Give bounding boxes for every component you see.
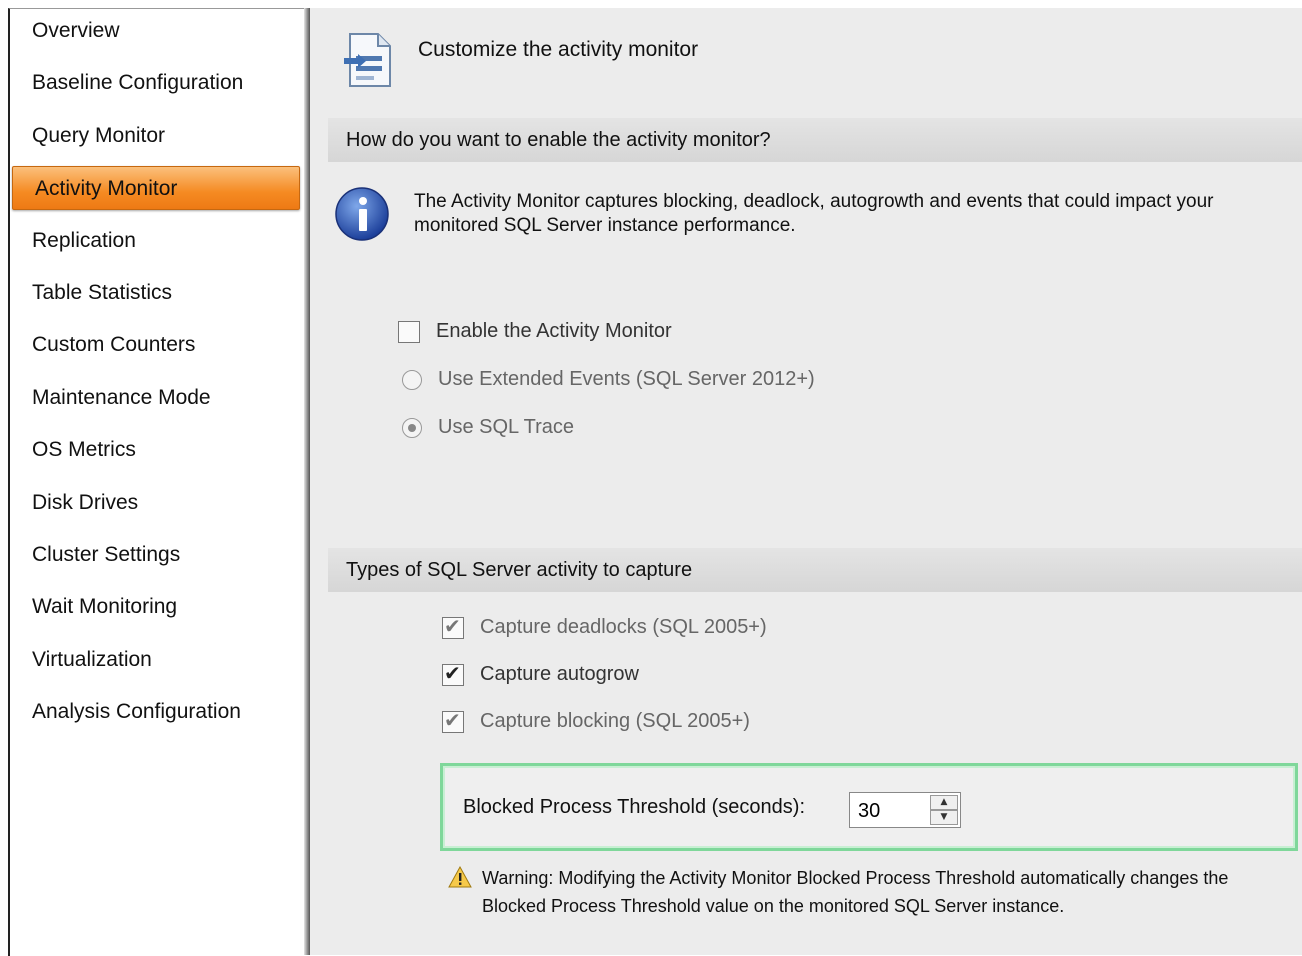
checkbox-capture-deadlocks-sql-2005[interactable]: Capture deadlocks (SQL 2005+) (442, 614, 767, 639)
option-label: Capture deadlocks (SQL 2005+) (480, 616, 767, 638)
threshold-stepper[interactable]: ▲ ▼ (849, 792, 961, 828)
info-icon (335, 187, 389, 241)
threshold-label: Blocked Process Threshold (seconds): (463, 796, 806, 818)
checkbox[interactable] (398, 320, 420, 343)
radio-button[interactable] (402, 369, 422, 390)
spin-up-button[interactable]: ▲ (930, 795, 958, 810)
checkbox-capture-blocking-sql-2005[interactable]: Capture blocking (SQL 2005+) (442, 708, 750, 733)
checkbox[interactable] (442, 661, 464, 686)
checkbox[interactable] (442, 614, 464, 639)
checkbox-capture-autogrow[interactable]: Capture autogrow (442, 661, 639, 686)
option-label: Use Extended Events (SQL Server 2012+) (438, 368, 815, 390)
spin-down-button[interactable]: ▼ (930, 810, 958, 825)
threshold-input[interactable] (852, 795, 936, 827)
sidebar-item-virtualization[interactable]: Virtualization (10, 638, 302, 682)
option-label: Capture blocking (SQL 2005+) (480, 710, 750, 732)
warning-message: Warning: Modifying the Activity Monitor … (482, 868, 1229, 916)
sidebar-item-custom-counters[interactable]: Custom Counters (10, 323, 302, 367)
sidebar-item-activity-monitor[interactable]: Activity Monitor (12, 166, 300, 210)
radio-use-sql-trace[interactable]: Use SQL Trace (402, 416, 574, 439)
sidebar-item-baseline-configuration[interactable]: Baseline Configuration (10, 61, 302, 105)
info-description: The Activity Monitor captures blocking, … (414, 191, 1214, 236)
warning-icon (448, 866, 472, 888)
option-label: Enable the Activity Monitor (436, 320, 672, 342)
sidebar-item-disk-drives[interactable]: Disk Drives (10, 481, 302, 525)
option-label: Use SQL Trace (438, 416, 574, 438)
option-label: Capture autogrow (480, 663, 639, 685)
document-edit-icon (344, 33, 391, 87)
sidebar-item-wait-monitoring[interactable]: Wait Monitoring (10, 585, 302, 629)
sidebar-item-maintenance-mode[interactable]: Maintenance Mode (10, 376, 302, 420)
checkbox-enable-the-activity-monitor[interactable]: Enable the Activity Monitor (398, 320, 672, 343)
sidebar-item-query-monitor[interactable]: Query Monitor (10, 114, 302, 158)
sidebar-item-replication[interactable]: Replication (10, 219, 302, 263)
sidebar-item-os-metrics[interactable]: OS Metrics (10, 428, 302, 472)
sidebar-item-analysis-configuration[interactable]: Analysis Configuration (10, 690, 302, 734)
radio-button[interactable] (402, 417, 422, 438)
settings-sidebar: Overview Baseline Configuration Query Moni… (8, 8, 305, 956)
checkbox[interactable] (442, 708, 464, 733)
sidebar-item-overview[interactable]: Overview (10, 9, 302, 53)
page-title: Customize the activity monitor (418, 38, 699, 61)
blocked-process-threshold-group: Blocked Process Threshold (seconds): ▲ ▼ (440, 763, 1298, 851)
sidebar-item-table-statistics[interactable]: Table Statistics (10, 271, 302, 315)
radio-use-extended-events-sql-server-2012[interactable]: Use Extended Events (SQL Server 2012+) (402, 368, 815, 391)
settings-content-panel: Customize the activity monitor How do yo… (310, 8, 1302, 955)
sidebar-item-cluster-settings[interactable]: Cluster Settings (10, 533, 302, 577)
section-header-capture-types: Types of SQL Server activity to capture (328, 548, 1302, 592)
section-header-enable: How do you want to enable the activity m… (328, 118, 1302, 162)
